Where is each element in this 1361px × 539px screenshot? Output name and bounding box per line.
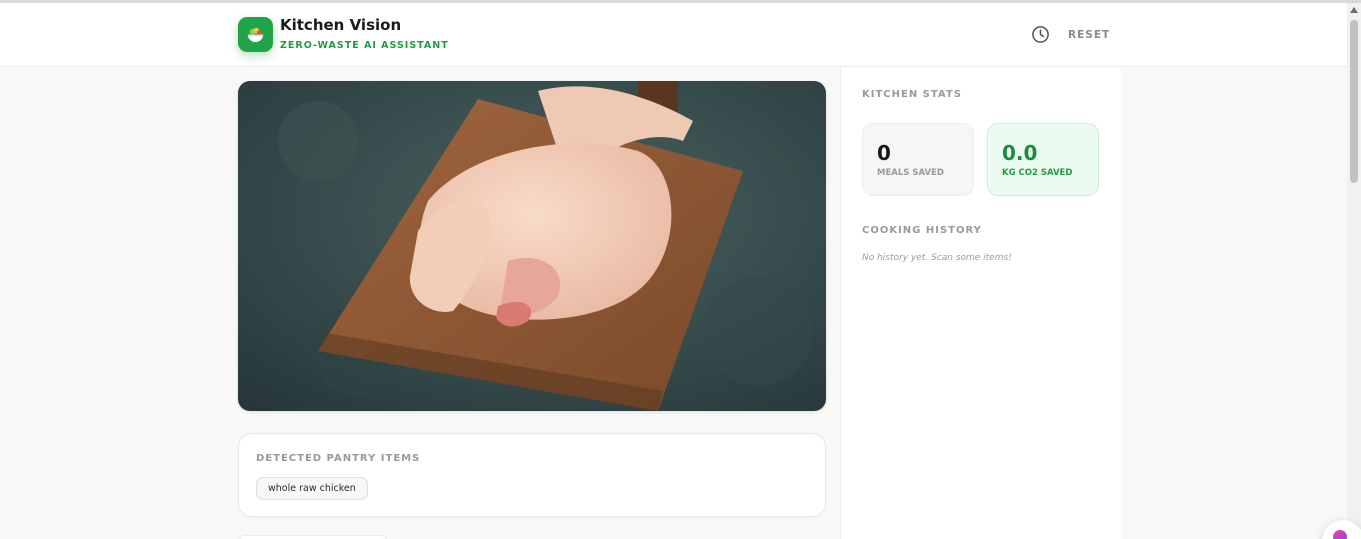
salad-bowl-icon [247,27,264,43]
kitchen-stats-heading: KITCHEN STATS [862,89,962,100]
meals-saved-label: MEALS SAVED [877,168,944,178]
scanned-food-image [238,81,826,411]
detected-item-chip[interactable]: whole raw chicken [256,477,368,500]
reset-button[interactable]: RESET [1068,29,1110,41]
clock-icon [1032,26,1049,43]
app-logo [238,17,273,52]
detected-items-card: DETECTED PANTRY ITEMS whole raw chicken [238,433,826,517]
meals-saved-value: 0 [877,141,891,165]
meals-saved-card: 0 MEALS SAVED [862,123,974,196]
co2-saved-label: KG CO2 SAVED [1002,168,1073,178]
co2-saved-card: 0.0 KG CO2 SAVED [987,123,1099,196]
app-header: Kitchen Vision ZERO-WASTE AI ASSISTANT R… [0,3,1347,67]
cooking-history-heading: COOKING HISTORY [862,225,982,236]
app-title: Kitchen Vision [280,16,402,34]
next-card-edge [238,535,388,539]
detected-items-heading: DETECTED PANTRY ITEMS [256,453,421,464]
history-empty-message: No history yet. Scan some items! [862,253,1012,263]
scroll-up-arrow-icon[interactable] [1350,7,1358,13]
page-scrollbar[interactable] [1347,3,1361,539]
app-subtitle: ZERO-WASTE AI ASSISTANT [280,40,449,51]
assistant-icon [1333,530,1347,539]
co2-saved-value: 0.0 [1002,141,1038,165]
stats-sidebar: KITCHEN STATS 0 MEALS SAVED 0.0 KG CO2 S… [840,67,1121,539]
history-button[interactable] [1031,25,1050,44]
scroll-thumb[interactable] [1350,20,1358,183]
